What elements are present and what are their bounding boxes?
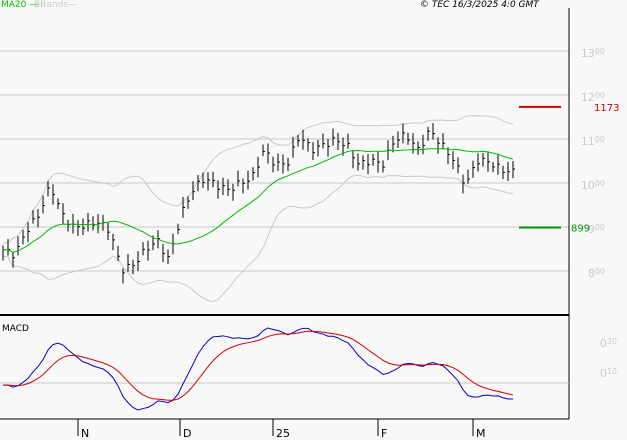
price-tick-label: 900 xyxy=(588,223,605,236)
copyright: © TEC 16/3/2025 4:0 GMT xyxy=(420,0,539,10)
bband-lower xyxy=(2,174,514,303)
date-label: F xyxy=(381,427,387,440)
chart: 1300 1200 1100 1000 900 800 1173 899 MACD 030 010 N… xyxy=(0,0,627,440)
price-tick-label: 1300 xyxy=(581,47,605,60)
macd-label: MACD xyxy=(2,324,29,334)
macd-tick-label: 030 xyxy=(600,337,617,350)
date-label: D xyxy=(183,427,191,440)
chart-canvas: 13001200110010009008001173899MACD030010N… xyxy=(0,8,619,440)
legend-ma20: MA20 — xyxy=(1,0,39,10)
legend-bbands: BBands— xyxy=(34,0,77,10)
date-label: N xyxy=(81,427,89,440)
support-label: 899 xyxy=(571,223,590,234)
date-label: 25 xyxy=(276,427,290,440)
macd-tick-label: 010 xyxy=(600,367,617,380)
price-tick-label: 1100 xyxy=(581,135,605,148)
resistance-label: 1173 xyxy=(594,103,619,114)
date-label: M xyxy=(476,427,486,440)
signal-line xyxy=(2,330,514,401)
price-tick-label: 800 xyxy=(588,267,605,280)
price-tick-label: 1000 xyxy=(581,179,605,192)
